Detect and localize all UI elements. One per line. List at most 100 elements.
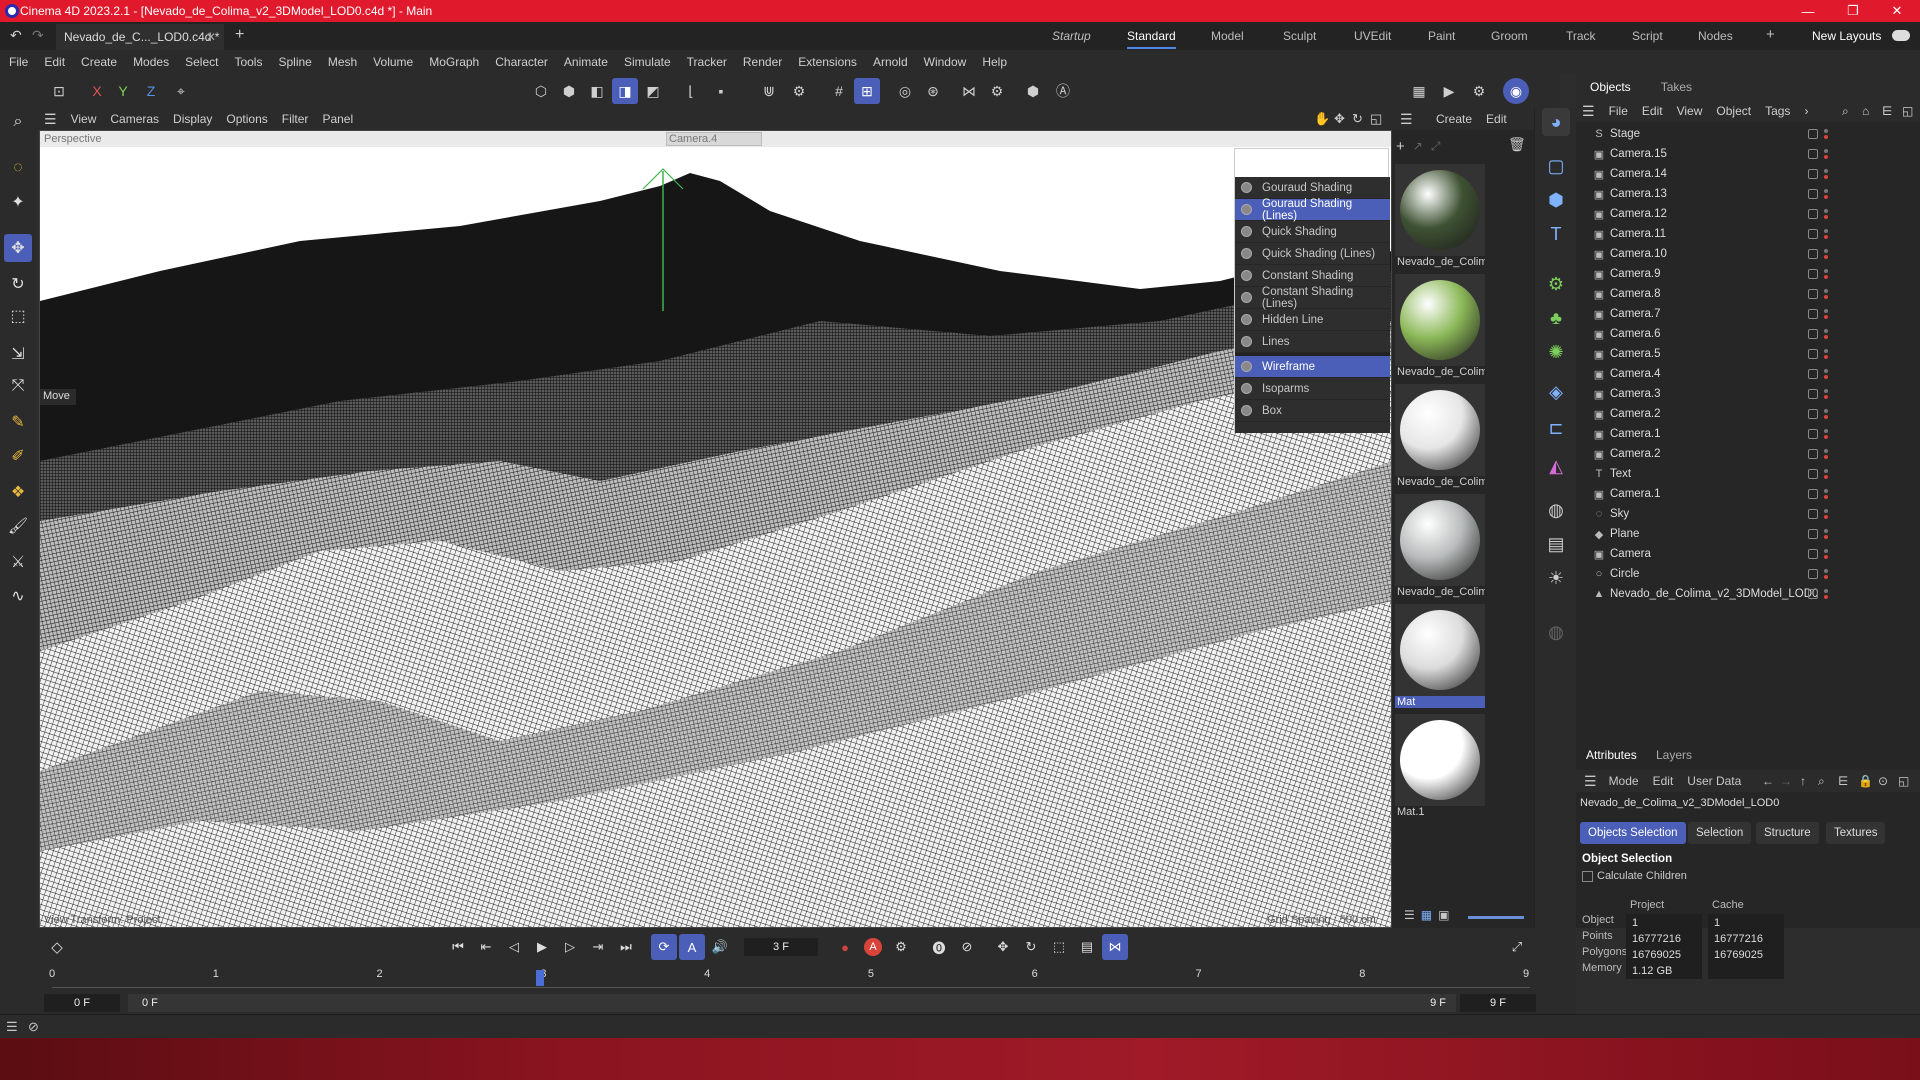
object-flags[interactable]	[1808, 569, 1828, 579]
object-row[interactable]: ▣ Camera.2	[1576, 444, 1920, 464]
link-icon[interactable]: ↗	[1413, 139, 1423, 153]
knife-tool-icon[interactable]: ⚔	[4, 548, 32, 576]
object-row[interactable]: ▣ Camera.12	[1576, 204, 1920, 224]
attribute-hamburger-icon[interactable]: ☰	[1584, 773, 1597, 790]
status-check-icon[interactable]: ⊘	[28, 1019, 39, 1035]
visibility-dots-icon[interactable]	[1824, 269, 1828, 279]
new-layouts-toggle[interactable]	[1892, 30, 1910, 41]
layout-tab-standard[interactable]: Standard	[1127, 29, 1176, 49]
object-flags[interactable]	[1808, 529, 1828, 539]
visibility-dots-icon[interactable]	[1824, 189, 1828, 199]
back-icon[interactable]: ←	[1762, 774, 1774, 788]
search-icon[interactable]: ⌕	[4, 108, 32, 136]
visibility-dots-icon[interactable]	[1824, 149, 1828, 159]
cube-icon[interactable]: ⬢	[1542, 186, 1570, 214]
visibility-dots-icon[interactable]	[1824, 589, 1828, 599]
minimize-button[interactable]: —	[1785, 0, 1831, 22]
key-filter-icon[interactable]: ⊘	[954, 934, 980, 960]
visibility-dots-icon[interactable]	[1824, 449, 1828, 459]
scale-tool-icon[interactable]: ⬚	[4, 302, 32, 330]
uv-mode-icon[interactable]: ◩	[640, 78, 666, 104]
shading-option[interactable]: Gouraud Shading (Lines)	[1235, 198, 1390, 222]
object-flags[interactable]	[1808, 189, 1828, 199]
object-row[interactable]: ▣ Camera.1	[1576, 424, 1920, 444]
object-row[interactable]: ▣ Camera.9	[1576, 264, 1920, 284]
spline-pen-icon[interactable]: ✎	[4, 408, 32, 436]
visibility-dots-icon[interactable]	[1824, 309, 1828, 319]
attribute-filter-icon[interactable]: ⋿	[1838, 774, 1848, 788]
menu-help[interactable]: Help	[982, 55, 1007, 69]
layer-flag-icon[interactable]	[1808, 269, 1818, 279]
menu-file[interactable]: File	[9, 55, 28, 69]
object-flags[interactable]	[1808, 509, 1828, 519]
material-menu-edit[interactable]: Edit	[1486, 112, 1507, 126]
plugin-icon[interactable]: ◍	[1542, 618, 1570, 646]
object-row[interactable]: ▣ Camera.3	[1576, 384, 1920, 404]
coordinate-system-icon[interactable]: ⌖	[168, 78, 194, 104]
layer-flag-icon[interactable]	[1808, 469, 1818, 479]
document-tab[interactable]: Nevado_de_C..._LOD0.c4d * ✕	[56, 24, 224, 50]
object-flags[interactable]	[1808, 549, 1828, 559]
layout-tab-script[interactable]: Script	[1632, 29, 1663, 43]
object-row[interactable]: ▣ Camera.4	[1576, 364, 1920, 384]
menu-render[interactable]: Render	[743, 55, 782, 69]
menu-arnold[interactable]: Arnold	[873, 55, 908, 69]
object-row[interactable]: ▲ Nevado_de_Colima_v2_3DModel_LOD0	[1576, 584, 1920, 604]
layer-flag-icon[interactable]	[1808, 409, 1818, 419]
rotation-key-icon[interactable]: ↻	[1018, 934, 1044, 960]
layout-tab-track[interactable]: Track	[1566, 29, 1596, 43]
layer-flag-icon[interactable]	[1808, 509, 1818, 519]
material-item[interactable]: Nevado_de_Colim	[1395, 384, 1485, 492]
menu-window[interactable]: Window	[924, 55, 967, 69]
object-hamburger-icon[interactable]: ☰	[1582, 103, 1595, 120]
selection-tools-icon[interactable]: ✦	[4, 188, 32, 216]
object-row[interactable]: ▣ Camera.14	[1576, 164, 1920, 184]
menu-extensions[interactable]: Extensions	[798, 55, 857, 69]
layout-tab-nodes[interactable]: Nodes	[1698, 29, 1733, 43]
object-row[interactable]: ▣ Camera.5	[1576, 344, 1920, 364]
object-flags[interactable]	[1808, 209, 1828, 219]
dolly-icon[interactable]: ✥	[1334, 111, 1345, 127]
object-row[interactable]: T Text	[1576, 464, 1920, 484]
frame-ruler[interactable]	[52, 972, 1530, 988]
layer-flag-icon[interactable]	[1808, 329, 1818, 339]
redo-icon[interactable]: ↷	[32, 27, 44, 44]
visibility-dots-icon[interactable]	[1824, 249, 1828, 259]
key-selection-icon[interactable]: ⓿	[926, 934, 952, 960]
position-key-icon[interactable]: ✥	[990, 934, 1016, 960]
visibility-dots-icon[interactable]	[1824, 489, 1828, 499]
layer-flag-icon[interactable]	[1808, 549, 1818, 559]
attribute-new-window-icon[interactable]: ◱	[1898, 774, 1909, 788]
object-menu-file[interactable]: File	[1609, 104, 1628, 118]
snap-icon[interactable]: ⋓	[756, 78, 782, 104]
viewport-menu-filter[interactable]: Filter	[282, 112, 309, 126]
menu-tracker[interactable]: Tracker	[687, 55, 727, 69]
shading-option[interactable]: Gouraud Shading	[1235, 177, 1390, 199]
material-item[interactable]: Mat	[1395, 604, 1485, 712]
object-flags[interactable]	[1808, 169, 1828, 179]
layer-flag-icon[interactable]	[1808, 169, 1818, 179]
tab-takes[interactable]: Takes	[1661, 80, 1692, 94]
maximize-button[interactable]: ❐	[1830, 0, 1876, 22]
go-to-start-icon[interactable]: ⏮	[445, 934, 471, 960]
render-region-icon[interactable]: ◎	[892, 78, 918, 104]
object-row[interactable]: ▣ Camera.15	[1576, 144, 1920, 164]
3d-viewport[interactable]: Perspective Camera.4 Move View Transform…	[39, 130, 1392, 928]
subtab-selection[interactable]: Selection	[1688, 822, 1752, 844]
visibility-dots-icon[interactable]	[1824, 209, 1828, 219]
effector-icon[interactable]: ✺	[1542, 338, 1570, 366]
object-home-icon[interactable]: ⌂	[1862, 104, 1869, 118]
field-icon[interactable]: ⊏	[1542, 414, 1570, 442]
new-layouts-label[interactable]: New Layouts	[1812, 29, 1881, 43]
add-layout-icon[interactable]: +	[1766, 26, 1775, 43]
viewport-camera-label[interactable]: Camera.4	[666, 132, 762, 146]
layer-flag-icon[interactable]	[1808, 229, 1818, 239]
z-axis-lock[interactable]: Z	[138, 78, 164, 104]
object-flags[interactable]	[1808, 289, 1828, 299]
deformer-icon[interactable]: ◈	[1542, 378, 1570, 406]
playhead[interactable]	[536, 970, 544, 986]
visibility-dots-icon[interactable]	[1824, 329, 1828, 339]
loop-icon[interactable]: ⟳	[651, 934, 677, 960]
viewport-menu-cameras[interactable]: Cameras	[110, 112, 159, 126]
text-icon[interactable]: T	[1542, 220, 1570, 248]
